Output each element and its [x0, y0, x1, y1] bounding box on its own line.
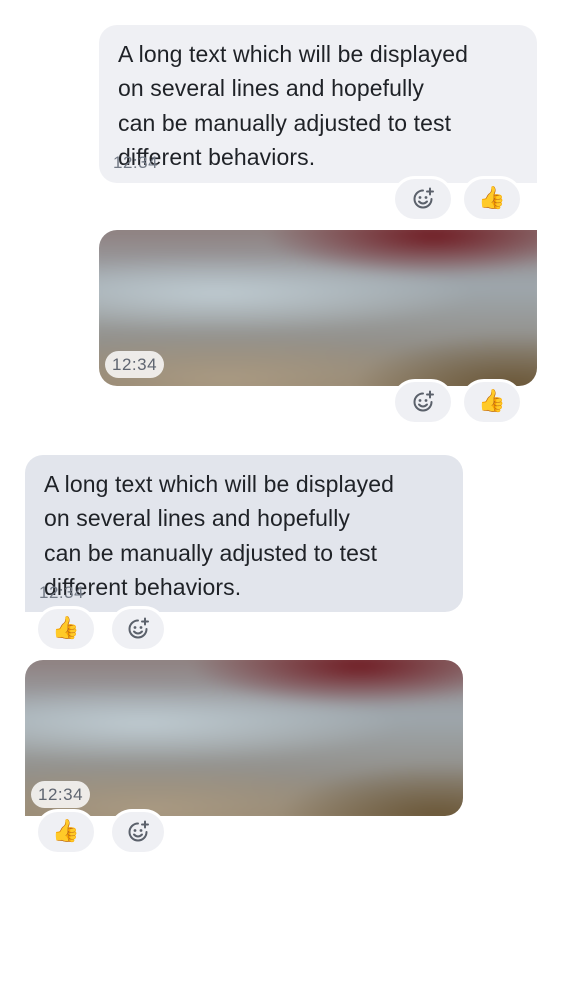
message-timestamp: 12:34 — [31, 781, 91, 808]
thumbs-up-icon: 👍 — [478, 186, 506, 211]
blurred-image — [99, 230, 537, 386]
add-reaction-button[interactable] — [109, 809, 167, 855]
message-line: can be manually adjusted to test — [44, 539, 378, 566]
add-reaction-icon — [128, 820, 149, 842]
add-reaction-button[interactable] — [392, 379, 454, 425]
thumbs-up-reaction-button[interactable]: 👍 — [35, 809, 97, 855]
blurred-image — [25, 660, 463, 816]
message-line: on several lines and hopefully — [118, 75, 425, 102]
message-timestamp: 12:34 — [113, 153, 159, 172]
add-reaction-icon — [413, 187, 434, 209]
message-line: can be manually adjusted to test — [118, 109, 452, 136]
message-line: on several lines and hopefully — [44, 505, 351, 532]
outgoing-image-message[interactable]: 12:34 — [99, 230, 537, 386]
add-reaction-button[interactable] — [109, 606, 167, 652]
outgoing-text-message[interactable]: A long text which will be displayed on s… — [99, 25, 537, 183]
message-line: A long text which will be displayed — [118, 41, 468, 67]
message-line: different behaviors. — [118, 143, 316, 170]
add-reaction-icon — [413, 390, 434, 412]
thumbs-up-icon: 👍 — [52, 616, 80, 641]
thumbs-up-reaction-button[interactable]: 👍 — [35, 606, 97, 652]
add-reaction-icon — [128, 617, 149, 639]
thumbs-up-reaction-button[interactable]: 👍 — [461, 176, 523, 222]
message-timestamp: 12:34 — [105, 351, 165, 378]
add-reaction-button[interactable] — [392, 176, 454, 222]
message-timestamp: 12:34 — [39, 583, 85, 602]
thumbs-up-icon: 👍 — [52, 819, 80, 844]
thumbs-up-icon: 👍 — [478, 389, 506, 414]
message-line: different behaviors. — [44, 573, 242, 600]
incoming-text-message[interactable]: A long text which will be displayed on s… — [25, 455, 463, 612]
incoming-image-message[interactable]: 12:34 — [25, 660, 463, 816]
message-line: A long text which will be displayed — [44, 471, 394, 497]
thumbs-up-reaction-button[interactable]: 👍 — [461, 379, 523, 425]
